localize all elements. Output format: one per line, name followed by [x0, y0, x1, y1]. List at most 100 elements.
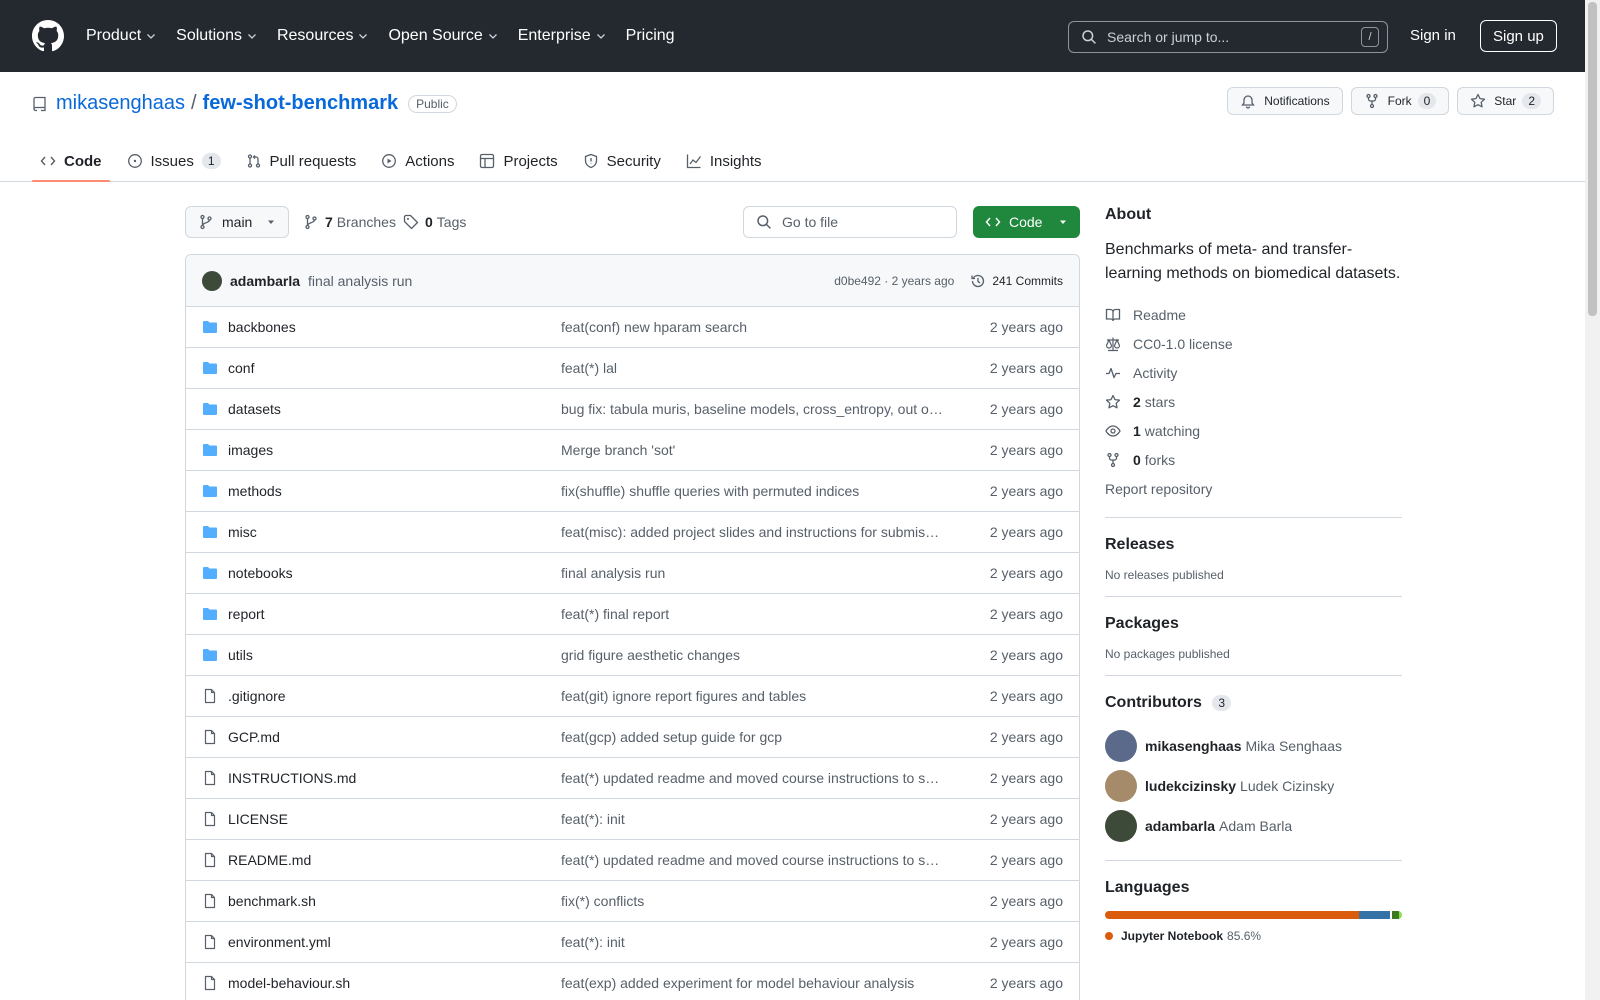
file-commit-message-link[interactable]: feat(exp) added experiment for model beh…	[561, 975, 945, 991]
file-name-link[interactable]: notebooks	[228, 565, 561, 581]
file-name-link[interactable]: report	[228, 606, 561, 622]
pulse-icon	[1106, 367, 1120, 378]
file-commit-message-link[interactable]: feat(*) updated readme and moved course …	[561, 770, 945, 786]
table-row: .gitignore feat(git) ignore report figure…	[186, 676, 1079, 717]
sign-up-button[interactable]: Sign up	[1480, 20, 1557, 52]
table-row: notebooks final analysis run 2 years ago	[186, 553, 1079, 594]
file-commit-message-link[interactable]: final analysis run	[561, 565, 945, 581]
slash-shortcut-key: /	[1361, 27, 1379, 47]
global-search-input[interactable]: Search or jump to... /	[1068, 21, 1388, 53]
forks-link[interactable]: 0 forks	[1105, 445, 1402, 474]
file-commit-message-link[interactable]: fix(shuffle) shuffle queries with permut…	[561, 483, 945, 499]
readme-link[interactable]: Readme	[1105, 300, 1402, 329]
star-button[interactable]: Star 2	[1457, 87, 1554, 115]
file-name-link[interactable]: backbones	[228, 319, 561, 335]
tags-link[interactable]: 0 Tags	[403, 206, 466, 238]
fork-icon	[1107, 452, 1119, 467]
activity-link[interactable]: Activity	[1105, 358, 1402, 387]
language-item[interactable]: Jupyter Notebook 85.6%	[1105, 929, 1402, 943]
go-to-file-input[interactable]: Go to file	[743, 206, 957, 238]
file-commit-message-link[interactable]: fix(*) conflicts	[561, 893, 945, 909]
contributor-item[interactable]: adambarla Adam Barla	[1105, 806, 1402, 846]
scrollbar-thumb[interactable]	[1588, 2, 1597, 316]
fork-button[interactable]: Fork 0	[1350, 87, 1450, 115]
nav-resources[interactable]: Resources	[277, 27, 369, 45]
branch-select-button[interactable]: main	[185, 206, 289, 238]
file-name-link[interactable]: images	[228, 442, 561, 458]
file-commit-message-link[interactable]: feat(*): init	[561, 934, 945, 950]
tab-pull-requests[interactable]: Pull requests	[238, 140, 365, 182]
file-name-link[interactable]: misc	[228, 524, 561, 540]
branches-link[interactable]: 7 Branches	[303, 206, 396, 238]
file-commit-message-link[interactable]: Merge branch 'sot'	[561, 442, 945, 458]
file-name-link[interactable]: datasets	[228, 401, 561, 417]
file-type-icon	[202, 975, 218, 991]
file-commit-message-link[interactable]: grid figure aesthetic changes	[561, 647, 945, 663]
file-commit-message-link[interactable]: feat(*) final report	[561, 606, 945, 622]
notifications-button[interactable]: Notifications	[1227, 87, 1343, 115]
file-name-link[interactable]: methods	[228, 483, 561, 499]
nav-enterprise[interactable]: Enterprise	[518, 27, 607, 45]
tab-code[interactable]: Code	[32, 140, 110, 182]
contributor-item[interactable]: ludekcizinsky Ludek Cizinsky	[1105, 766, 1402, 806]
stars-link[interactable]: 2 stars	[1105, 387, 1402, 416]
nav-solutions[interactable]: Solutions	[176, 27, 258, 45]
avatar	[1105, 810, 1137, 842]
file-name-link[interactable]: LICENSE	[228, 811, 561, 827]
nav-pricing[interactable]: Pricing	[626, 27, 675, 45]
tab-projects[interactable]: Projects	[471, 140, 565, 182]
watching-link[interactable]: 1 watching	[1105, 416, 1402, 445]
repo-actions: Notifications Fork 0 Star 2	[1227, 87, 1554, 115]
tab-actions[interactable]: Actions	[373, 140, 462, 182]
file-name-link[interactable]: model-behaviour.sh	[228, 975, 561, 991]
code-dropdown-button[interactable]: Code	[973, 206, 1080, 238]
avatar[interactable]	[202, 270, 222, 291]
file-commit-message-link[interactable]: feat(conf) new hparam search	[561, 319, 945, 335]
tab-security[interactable]: Security	[575, 140, 669, 182]
commit-hash-date[interactable]: d0be492 · 2 years ago	[834, 274, 954, 288]
releases-heading[interactable]: Releases	[1105, 536, 1402, 554]
github-logo-icon[interactable]	[32, 20, 64, 52]
commit-author-link[interactable]: adambarla	[230, 273, 300, 289]
file-commit-message-link[interactable]: feat(git) ignore report figures and tabl…	[561, 688, 945, 704]
commits-history-link[interactable]: 241 Commits	[970, 273, 1063, 289]
file-name-link[interactable]: utils	[228, 647, 561, 663]
about-heading: About	[1105, 206, 1152, 223]
file-commit-message-link[interactable]: feat(misc): added project slides and ins…	[561, 524, 945, 540]
code-icon	[985, 217, 1001, 227]
file-name-link[interactable]: conf	[228, 360, 561, 376]
file-type-icon	[202, 852, 218, 868]
repo-owner-link[interactable]: mikasenghaas	[56, 92, 185, 115]
file-commit-message-link[interactable]: bug fix: tabula muris, baseline models, …	[561, 401, 945, 417]
file-name-link[interactable]: INSTRUCTIONS.md	[228, 770, 561, 786]
tab-issues[interactable]: Issues 1	[119, 140, 229, 182]
file-commit-message-link[interactable]: feat(*): init	[561, 811, 945, 827]
commit-message-link[interactable]: final analysis run	[308, 273, 834, 289]
tab-insights[interactable]: Insights	[678, 140, 770, 182]
global-nav: Product Solutions Resources Open Source …	[86, 27, 694, 45]
star-icon	[1471, 93, 1486, 108]
file-type-icon	[202, 811, 218, 827]
file-name-link[interactable]: .gitignore	[228, 688, 561, 704]
report-repository-link[interactable]: Report repository	[1105, 474, 1402, 503]
file-rows: backbones feat(conf) new hparam search 2 y…	[186, 307, 1079, 1000]
contributor-item[interactable]: mikasenghaas Mika Senghaas	[1105, 726, 1402, 766]
file-name-link[interactable]: README.md	[228, 852, 561, 868]
issue-icon	[127, 154, 142, 168]
nav-open-source[interactable]: Open Source	[388, 27, 498, 45]
language-bar-segment	[1359, 911, 1391, 919]
packages-heading[interactable]: Packages	[1105, 615, 1402, 633]
contributors-heading[interactable]: Contributors 3	[1105, 694, 1402, 712]
file-name-link[interactable]: environment.yml	[228, 934, 561, 950]
file-icon	[204, 770, 216, 786]
repo-name-link[interactable]: few-shot-benchmark	[203, 92, 399, 115]
file-name-link[interactable]: benchmark.sh	[228, 893, 561, 909]
sign-in-link[interactable]: Sign in	[1410, 27, 1456, 44]
file-commit-message-link[interactable]: feat(gcp) added setup guide for gcp	[561, 729, 945, 745]
license-link[interactable]: CC0-1.0 license	[1105, 329, 1402, 358]
file-commit-message-link[interactable]: feat(*) updated readme and moved course …	[561, 852, 945, 868]
table-row: conf feat(*) lal 2 years ago	[186, 348, 1079, 389]
file-commit-message-link[interactable]: feat(*) lal	[561, 360, 945, 376]
nav-product[interactable]: Product	[86, 27, 157, 45]
file-name-link[interactable]: GCP.md	[228, 729, 561, 745]
